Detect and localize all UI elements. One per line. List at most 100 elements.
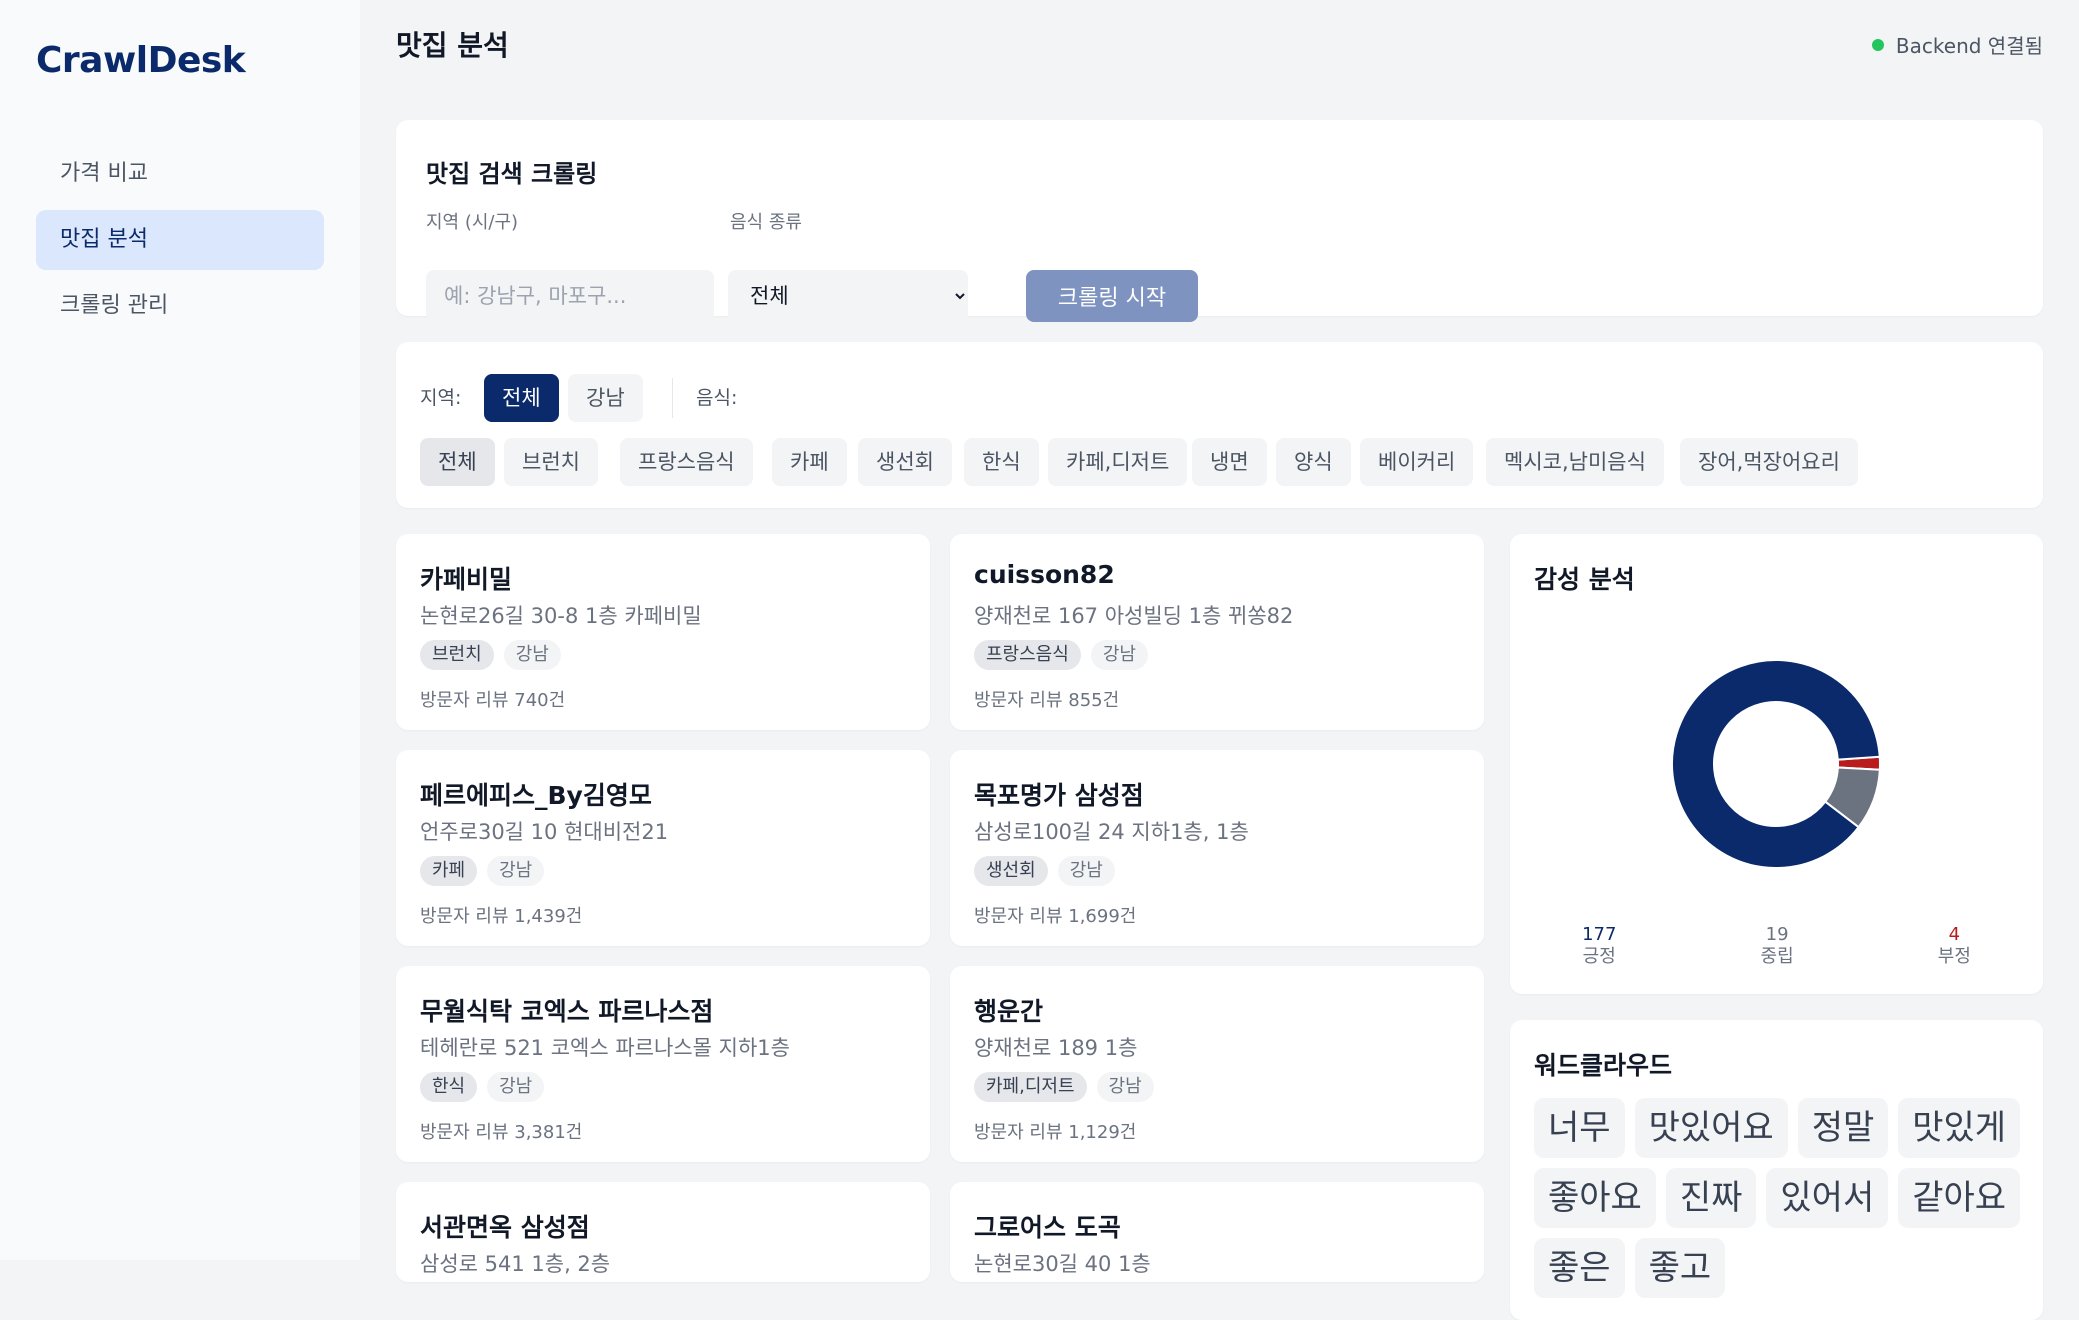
region-filter-label: 지역: [420, 387, 462, 409]
area-tag: 강남 [1057, 856, 1115, 886]
sidebar: CrawlDesk 가격 비교 맛집 분석 크롤링 관리 [0, 0, 360, 1260]
wordcloud-word: 진짜 [1665, 1168, 1757, 1228]
sentiment-card: 감성 분석 177 긍정 19 중립 4 부정 [1510, 534, 2043, 994]
restaurant-tags: 카페,디저트 강남 [974, 1072, 1154, 1102]
restaurant-name: 행운간 [974, 997, 1044, 1026]
food-filter-label: 음식: [696, 387, 738, 409]
status-dot-icon [1871, 38, 1884, 51]
restaurant-address: 테헤란로 521 코엑스 파르나스몰 지하1층 [420, 1036, 790, 1060]
wordcloud-word: 좋은 [1534, 1238, 1625, 1298]
sidebar-item-restaurant-analysis[interactable]: 맛집 분석 [36, 210, 324, 270]
wordcloud-word: 정말 [1797, 1098, 1889, 1158]
restaurant-name: 서관면옥 삼성점 [420, 1213, 590, 1242]
restaurant-name: 그로어스 도곡 [974, 1213, 1121, 1242]
wordcloud-title: 워드클라우드 [1534, 1051, 1673, 1080]
region-chip-gangnam[interactable]: 강남 [568, 374, 643, 422]
sidebar-nav: 가격 비교 맛집 분석 크롤링 관리 [36, 144, 324, 342]
restaurant-card[interactable]: 페르에피스_By김영모 언주로30길 10 현대비전21 카페 강남 방문자 리… [396, 750, 930, 946]
restaurant-name: 페르에피스_By김영모 [420, 781, 652, 810]
filter-card: 지역: 전체 강남 음식: 전체 브런치 프랑스음식 카페 생선회 한식 카페,… [396, 342, 2043, 508]
food-chip[interactable]: 장어,먹장어요리 [1680, 438, 1858, 486]
restaurant-address: 삼성로 541 1층, 2층 [420, 1252, 611, 1276]
region-input[interactable] [426, 270, 714, 322]
status-text: Backend 연결됨 [1895, 34, 2043, 58]
review-count: 방문자 리뷰 740건 [420, 690, 566, 711]
review-count: 방문자 리뷰 1,439건 [420, 906, 583, 927]
restaurant-tags: 프랑스음식 강남 [974, 640, 1148, 670]
app-logo: CrawlDesk [36, 40, 246, 81]
sentiment-stats: 177 긍정 19 중립 4 부정 [1510, 924, 2043, 968]
restaurant-address: 언주로30길 10 현대비전21 [420, 820, 669, 844]
wordcloud-card: 워드클라우드 너무 맛있어요 정말 맛있게 좋아요 진짜 있어서 같아요 좋은 … [1510, 1020, 2043, 1320]
sentiment-donut-chart [1671, 659, 1881, 869]
category-tag: 카페 [420, 856, 478, 886]
negative-count: 4 [1948, 924, 1961, 945]
wordcloud-word: 맛있게 [1898, 1098, 2021, 1158]
restaurant-tags: 브런치 강남 [420, 640, 561, 670]
neutral-count: 19 [1765, 924, 1789, 945]
category-tag: 카페,디저트 [974, 1072, 1087, 1102]
food-type-select[interactable]: 전체 [728, 270, 968, 322]
region-chip-all[interactable]: 전체 [484, 374, 559, 422]
negative-label: 부정 [1937, 946, 1971, 967]
area-tag: 강남 [1090, 640, 1148, 670]
food-chip[interactable]: 한식 [964, 438, 1039, 486]
area-tag: 강남 [487, 856, 545, 886]
sidebar-item-crawl-management[interactable]: 크롤링 관리 [36, 276, 324, 336]
food-chip[interactable]: 냉면 [1192, 438, 1267, 486]
page-title: 맛집 분석 [396, 29, 509, 62]
restaurant-address: 삼성로100길 24 지하1층, 1층 [974, 820, 1249, 844]
category-tag: 한식 [420, 1072, 478, 1102]
food-chip[interactable]: 카페,디저트 [1048, 438, 1188, 486]
main-content: 맛집 검색 크롤링 지역 (시/구) 음식 종류 전체 크롤링 시작 지역: 전… [360, 84, 2079, 1320]
food-chip[interactable]: 양식 [1276, 438, 1351, 486]
restaurant-card[interactable]: cuisson82 양재천로 167 아성빌딩 1층 뀌쏭82 프랑스음식 강남… [950, 534, 1484, 730]
restaurant-card[interactable]: 행운간 양재천로 189 1층 카페,디저트 강남 방문자 리뷰 1,129건 [950, 966, 1484, 1162]
restaurant-name: 카페비밀 [420, 565, 513, 594]
positive-count: 177 [1582, 924, 1617, 945]
wordcloud-word: 좋고 [1634, 1238, 1726, 1298]
wordcloud-word: 좋아요 [1534, 1168, 1656, 1228]
category-tag: 생선회 [974, 856, 1048, 886]
restaurant-card[interactable]: 카페비밀 논현로26길 30-8 1층 카페비밀 브런치 강남 방문자 리뷰 7… [396, 534, 930, 730]
stat-positive: 177 긍정 [1582, 924, 1616, 968]
area-tag: 강남 [503, 640, 561, 670]
restaurant-card[interactable]: 서관면옥 삼성점 삼성로 541 1층, 2층 [396, 1182, 930, 1282]
positive-label: 긍정 [1582, 946, 1616, 967]
wordcloud-word: 맛있어요 [1634, 1098, 1788, 1158]
food-type-label: 음식 종류 [730, 212, 802, 233]
restaurant-card[interactable]: 그로어스 도곡 논현로30길 40 1층 [950, 1182, 1484, 1282]
restaurant-card[interactable]: 무월식탁 코엑스 파르나스점 테헤란로 521 코엑스 파르나스몰 지하1층 한… [396, 966, 930, 1162]
area-tag: 강남 [1096, 1072, 1154, 1102]
stat-negative: 4 부정 [1938, 924, 1971, 968]
restaurant-name: 무월식탁 코엑스 파르나스점 [420, 997, 714, 1026]
food-chip[interactable]: 카페 [772, 438, 847, 486]
review-count: 방문자 리뷰 3,381건 [420, 1122, 583, 1143]
food-chip[interactable]: 생선회 [858, 438, 952, 486]
region-label: 지역 (시/구) [426, 212, 519, 233]
sidebar-item-price-compare[interactable]: 가격 비교 [36, 144, 324, 204]
category-tag: 프랑스음식 [974, 640, 1081, 670]
food-chip[interactable]: 프랑스음식 [620, 438, 753, 486]
food-chip[interactable]: 전체 [420, 438, 495, 486]
restaurant-tags: 한식 강남 [420, 1072, 545, 1102]
food-chip[interactable]: 베이커리 [1360, 438, 1474, 486]
restaurant-address: 양재천로 189 1층 [974, 1036, 1138, 1060]
review-count: 방문자 리뷰 855건 [974, 690, 1120, 711]
food-chip[interactable]: 멕시코,남미음식 [1486, 438, 1664, 486]
header: 맛집 분석 Backend 연결됨 [360, 0, 2079, 84]
restaurant-address: 논현로26길 30-8 1층 카페비밀 [420, 604, 702, 628]
restaurant-address: 논현로30길 40 1층 [974, 1252, 1151, 1276]
wordcloud: 너무 맛있어요 정말 맛있게 좋아요 진짜 있어서 같아요 좋은 좋고 [1534, 1098, 2034, 1298]
wordcloud-word: 너무 [1534, 1098, 1625, 1158]
sentiment-title: 감성 분석 [1534, 565, 1635, 594]
review-count: 방문자 리뷰 1,129건 [974, 1122, 1137, 1143]
food-chip[interactable]: 브런치 [504, 438, 598, 486]
crawl-form-title: 맛집 검색 크롤링 [426, 160, 598, 188]
start-crawl-button[interactable]: 크롤링 시작 [1026, 270, 1198, 322]
stat-neutral: 19 중립 [1761, 924, 1794, 968]
backend-status: Backend 연결됨 [1871, 30, 2043, 59]
restaurant-card[interactable]: 목포명가 삼성점 삼성로100길 24 지하1층, 1층 생선회 강남 방문자 … [950, 750, 1484, 946]
restaurant-name: cuisson82 [974, 560, 1115, 589]
restaurant-name: 목포명가 삼성점 [974, 781, 1144, 810]
